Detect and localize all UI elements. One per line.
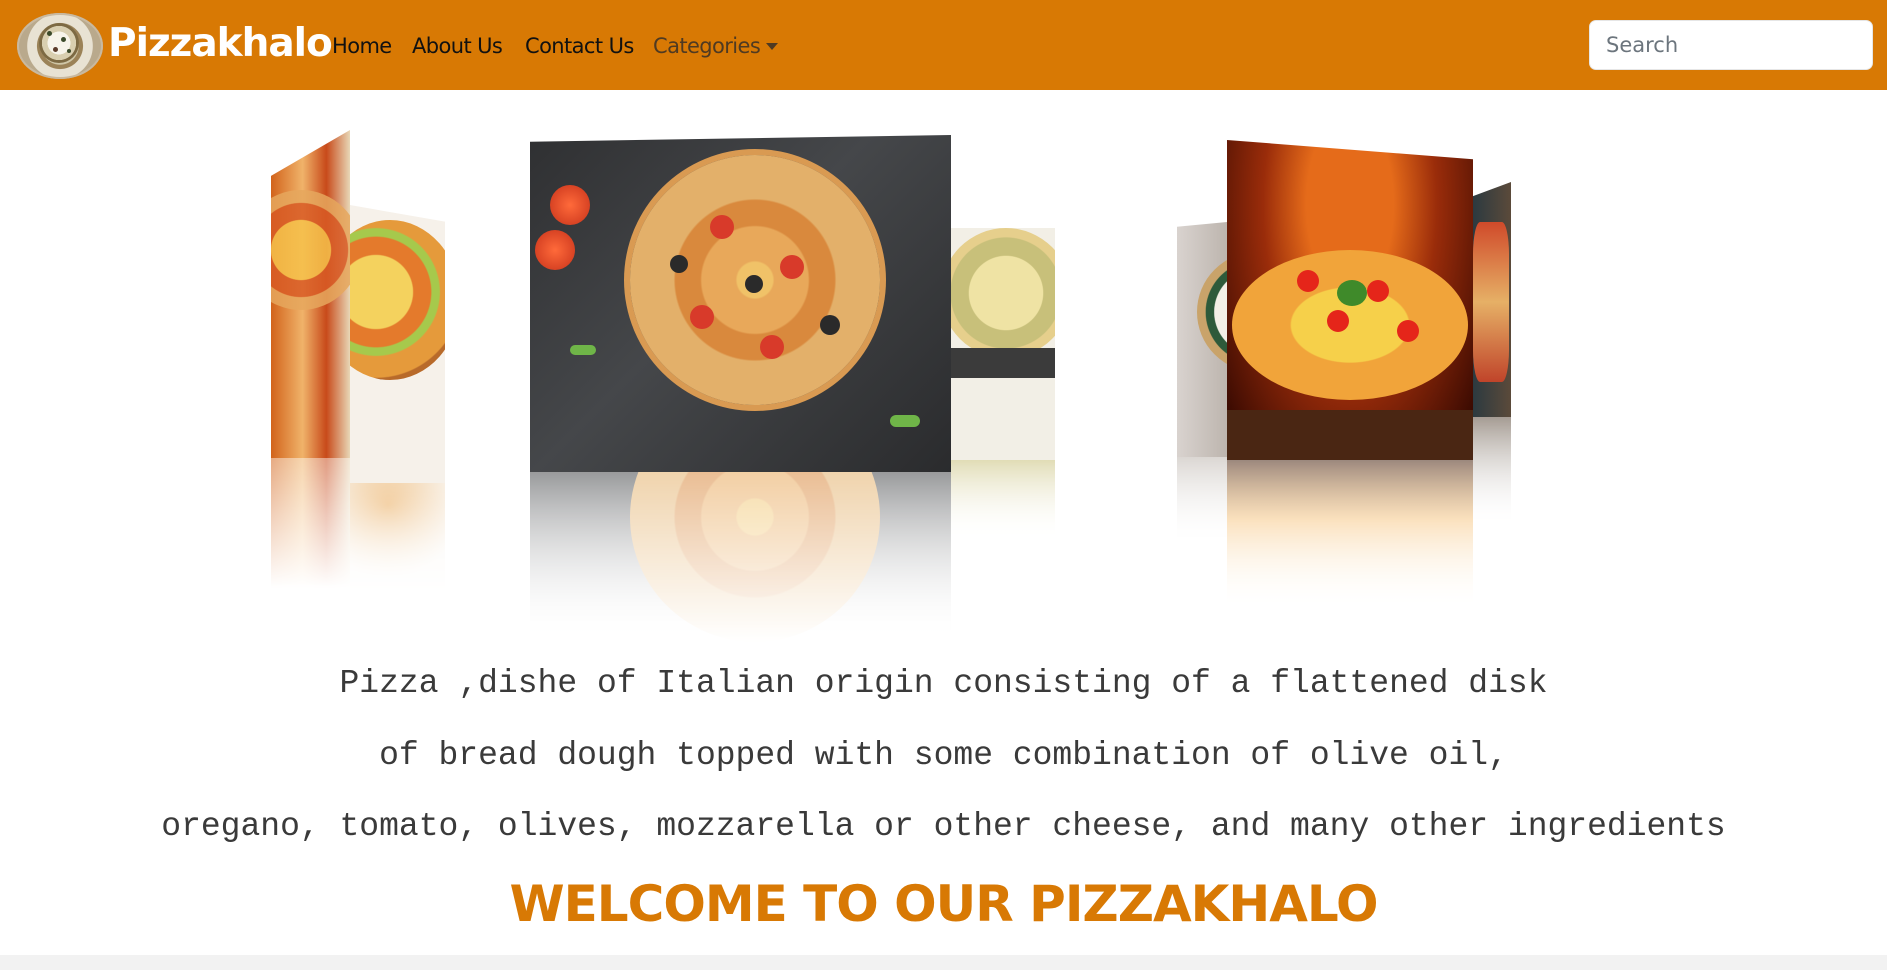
carousel-reflection	[271, 458, 350, 588]
carousel-reflection	[1177, 457, 1227, 547]
nav-categories-dropdown[interactable]: Categories	[653, 29, 779, 63]
description-line-2: of bread dough topped with some combinat…	[379, 737, 1508, 774]
section-divider	[0, 955, 1887, 970]
nav-home[interactable]: Home	[332, 29, 392, 63]
brand-name[interactable]: Pizzakhalo	[108, 16, 333, 72]
carousel-slide[interactable]	[350, 205, 445, 483]
description-line-3: oregano, tomato, olives, mozzarella or o…	[161, 808, 1726, 845]
welcome-heading: WELCOME TO OUR PIZZAKHALO	[509, 875, 1378, 933]
carousel-slide[interactable]	[1473, 182, 1511, 417]
navbar: Pizzakhalo Home About Us Contact Us Cate…	[0, 0, 1887, 90]
carousel-reflection	[530, 472, 951, 642]
search-input[interactable]	[1589, 20, 1873, 70]
carousel-slide[interactable]	[1177, 222, 1227, 457]
carousel-slide[interactable]	[951, 228, 1055, 460]
carousel-slide-active[interactable]	[530, 135, 951, 472]
nav-categories-label: Categories	[653, 34, 761, 58]
pizza-carousel[interactable]	[0, 90, 1887, 642]
description-line-1: Pizza ,dishe of Italian origin consistin…	[339, 665, 1548, 702]
carousel-reflection	[951, 460, 1055, 540]
carousel-reflection	[1227, 460, 1473, 610]
pizza-logo-icon[interactable]	[17, 13, 103, 79]
caret-down-icon	[766, 43, 779, 50]
carousel-slide[interactable]	[271, 130, 350, 458]
carousel-slide[interactable]	[1227, 140, 1473, 460]
carousel-reflection	[1473, 417, 1511, 527]
nav-contact-us[interactable]: Contact Us	[525, 29, 634, 63]
nav-about-us[interactable]: About Us	[412, 29, 503, 63]
carousel-reflection	[350, 483, 445, 593]
